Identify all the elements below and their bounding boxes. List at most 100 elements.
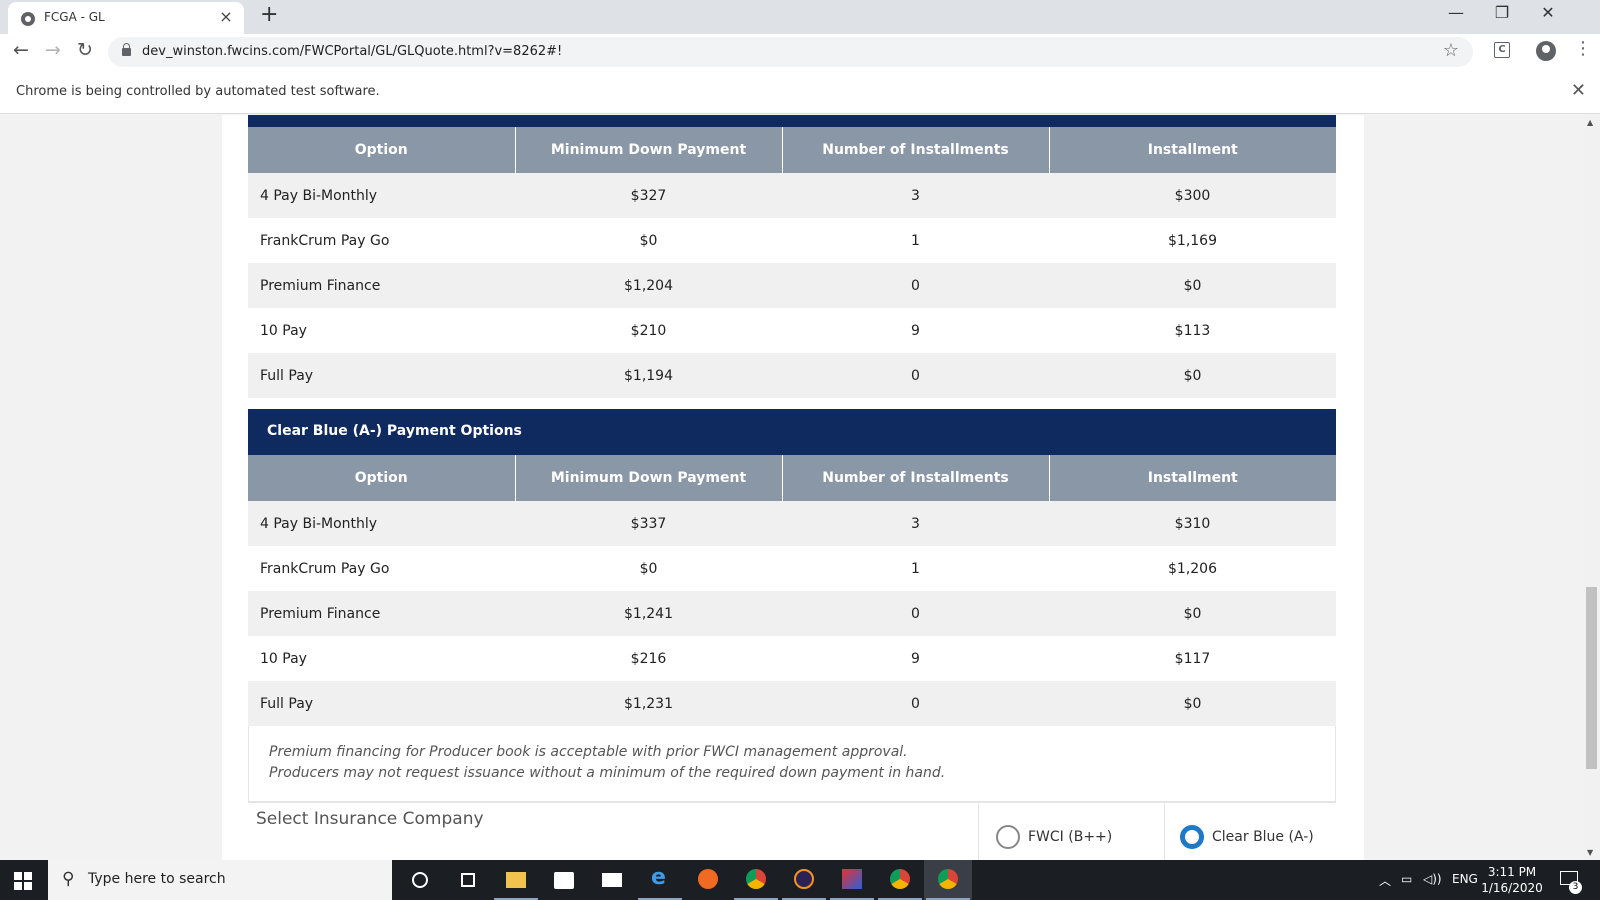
taskbar-clock[interactable]: 3:11 PM 1/16/2020 [1478, 864, 1546, 896]
installment-cell: $0 [1049, 263, 1336, 308]
internet-explorer-icon[interactable]: e [636, 860, 684, 900]
installment-cell: $1,206 [1049, 546, 1336, 591]
scrollbar-thumb[interactable] [1586, 587, 1597, 769]
eclipse-icon[interactable] [780, 860, 828, 900]
table-header-row: Option Minimum Down Payment Number of In… [248, 455, 1336, 501]
fwci-section-header [248, 115, 1336, 127]
chrome-icon[interactable] [732, 860, 780, 900]
clearblue-section-header: Clear Blue (A-) Payment Options [248, 409, 1336, 455]
option-cell: FrankCrum Pay Go [248, 546, 515, 591]
column-header-num-installments: Number of Installments [782, 127, 1050, 173]
extension-icon[interactable]: C [1494, 42, 1510, 58]
min-down-cell: $327 [515, 173, 782, 218]
browser-tab-strip: FCGA - GL × + — ❐ ✕ [0, 0, 1600, 34]
installment-cell: $0 [1049, 681, 1336, 726]
chrome-icon[interactable] [876, 860, 924, 900]
fwci-radio-label[interactable]: FWCI (B++) [1028, 829, 1112, 845]
infobar-close-icon[interactable]: ✕ [1571, 80, 1586, 101]
num-installments-cell: 9 [782, 636, 1049, 681]
profile-icon[interactable] [1536, 41, 1556, 61]
note-line-1: Premium financing for Producer book is a… [269, 744, 908, 760]
installment-cell: $0 [1049, 591, 1336, 636]
min-down-cell: $0 [515, 546, 782, 591]
browser-menu-icon[interactable]: ⋮ [1574, 38, 1592, 59]
tab-close-icon[interactable]: × [216, 7, 236, 26]
table-row: 4 Pay Bi-Monthly $327 3 $300 [248, 173, 1336, 218]
app-orange-icon[interactable] [684, 860, 732, 900]
installment-cell: $1,169 [1049, 218, 1336, 263]
min-down-cell: $210 [515, 308, 782, 353]
clock-date: 1/16/2020 [1481, 881, 1543, 895]
clock-time: 3:11 PM [1487, 865, 1537, 879]
mail-icon[interactable] [588, 860, 636, 900]
address-bar[interactable]: dev_winston.fwcins.com/FWCPortal/GL/GLQu… [108, 37, 1473, 67]
num-installments-cell: 0 [782, 591, 1049, 636]
windows-start-icon[interactable] [14, 872, 32, 890]
page-viewport: Option Minimum Down Payment Number of In… [0, 115, 1584, 860]
chrome-icon[interactable] [924, 860, 972, 900]
window-close-button[interactable]: ✕ [1528, 3, 1568, 22]
url-text[interactable]: dev_winston.fwcins.com/FWCPortal/GL/GLQu… [142, 44, 562, 59]
back-button[interactable]: ← [8, 39, 34, 61]
browser-tab[interactable]: FCGA - GL × [8, 2, 244, 34]
task-view-icon[interactable] [444, 860, 492, 900]
clearblue-radio-label[interactable]: Clear Blue (A-) [1212, 829, 1314, 845]
table-row: Full Pay $1,194 0 $0 [248, 353, 1336, 398]
minimize-button[interactable]: — [1436, 3, 1476, 22]
clearblue-radio[interactable] [1180, 825, 1204, 849]
financing-note: Premium financing for Producer book is a… [248, 726, 1336, 802]
table-row: 10 Pay $216 9 $117 [248, 636, 1336, 681]
volume-icon[interactable]: ◁)) [1423, 872, 1442, 886]
table-row: Premium Finance $1,241 0 $0 [248, 591, 1336, 636]
notification-count-badge: 3 [1569, 881, 1582, 894]
table-row: FrankCrum Pay Go $0 1 $1,169 [248, 218, 1336, 263]
min-down-cell: $0 [515, 218, 782, 263]
min-down-cell: $1,231 [515, 681, 782, 726]
installment-cell: $113 [1049, 308, 1336, 353]
scroll-up-icon[interactable]: ▲ [1587, 118, 1593, 127]
network-icon[interactable]: ▭ [1401, 872, 1412, 886]
num-installments-cell: 3 [782, 173, 1049, 218]
bookmark-star-icon[interactable]: ☆ [1443, 40, 1459, 61]
file-explorer-icon[interactable] [492, 860, 540, 900]
min-down-cell: $1,194 [515, 353, 782, 398]
reload-button[interactable]: ↻ [72, 39, 98, 61]
store-icon[interactable] [540, 860, 588, 900]
installment-cell: $117 [1049, 636, 1336, 681]
option-cell: 10 Pay [248, 636, 515, 681]
column-header-num-installments: Number of Installments [782, 455, 1050, 501]
min-down-cell: $1,241 [515, 591, 782, 636]
divider [1164, 803, 1165, 860]
table-row: FrankCrum Pay Go $0 1 $1,206 [248, 546, 1336, 591]
scroll-down-icon[interactable]: ▼ [1587, 848, 1593, 857]
installment-cell: $310 [1049, 501, 1336, 546]
select-insurance-company-row: Select Insurance Company FWCI (B++) Clea… [248, 802, 1336, 860]
min-down-cell: $1,204 [515, 263, 782, 308]
automation-infobar: Chrome is being controlled by automated … [0, 70, 1600, 114]
num-installments-cell: 1 [782, 546, 1049, 591]
tab-title: FCGA - GL [44, 10, 105, 24]
page-scrollbar[interactable]: ▲ ▼ [1584, 115, 1600, 860]
new-tab-button[interactable]: + [260, 2, 278, 27]
language-indicator[interactable]: ENG [1452, 872, 1478, 886]
paint-app-icon[interactable] [828, 860, 876, 900]
restore-button[interactable]: ❐ [1482, 3, 1522, 22]
num-installments-cell: 0 [782, 263, 1049, 308]
option-cell: Premium Finance [248, 263, 515, 308]
installment-cell: $300 [1049, 173, 1336, 218]
num-installments-cell: 0 [782, 681, 1049, 726]
option-cell: 4 Pay Bi-Monthly [248, 501, 515, 546]
num-installments-cell: 1 [782, 218, 1049, 263]
num-installments-cell: 3 [782, 501, 1049, 546]
show-hidden-icons-icon[interactable]: ︿ [1379, 872, 1391, 889]
column-header-option: Option [248, 127, 516, 173]
forward-button[interactable]: → [40, 39, 66, 61]
column-header-min-down: Minimum Down Payment [515, 455, 783, 501]
note-line-2: Producers may not request issuance witho… [269, 765, 946, 781]
search-icon: ⚲ [62, 869, 75, 889]
cortana-icon[interactable] [396, 860, 444, 900]
option-cell: Full Pay [248, 353, 515, 398]
search-placeholder[interactable]: Type here to search [88, 871, 226, 887]
fwci-radio[interactable] [996, 825, 1020, 849]
taskbar-search-box[interactable]: ⚲ Type here to search [48, 860, 392, 900]
